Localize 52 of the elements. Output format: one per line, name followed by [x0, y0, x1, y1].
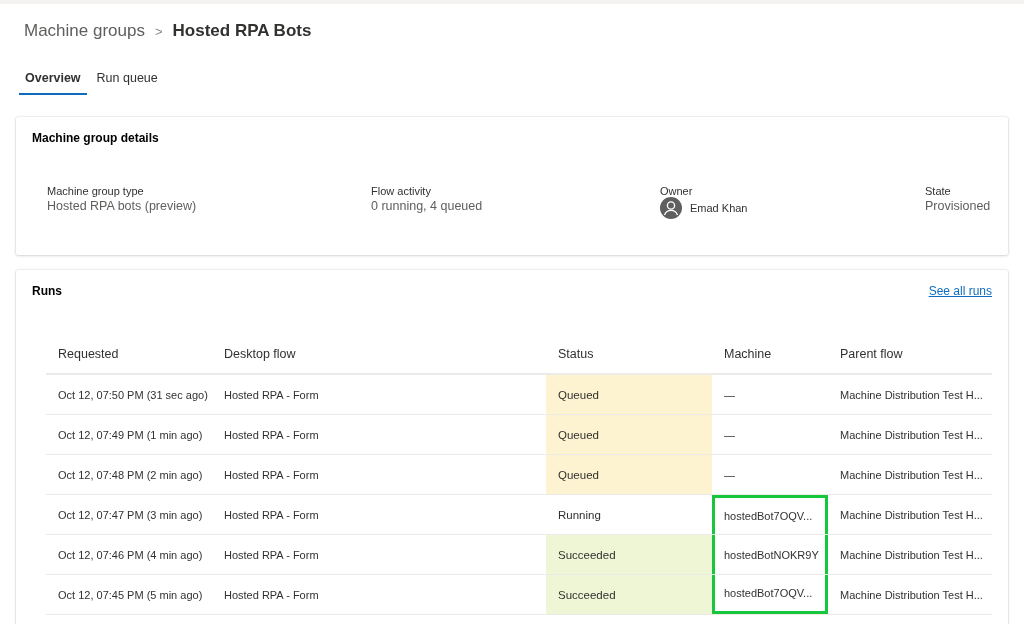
table-cell-text: Machine Distribution Test H... [839, 587, 984, 603]
table-cell-text: Machine Distribution Test H... [839, 507, 984, 523]
table-cell-text: Machine Distribution Test H... [839, 467, 984, 483]
page-title: Hosted RPA Bots [172, 21, 312, 41]
table-cell-text: — [723, 427, 736, 443]
field-value: Provisioned [925, 199, 992, 213]
table-cell-text: Machine Distribution Test H... [839, 427, 984, 443]
column-header[interactable]: Parent flow [828, 335, 992, 373]
column-header[interactable]: Requested [46, 335, 212, 373]
table-cell: hostedBotNOKR9Y [712, 535, 828, 574]
table-cell-text: — [723, 387, 736, 403]
column-header[interactable]: Status [546, 335, 712, 373]
table-cell-text: Oct 12, 07:48 PM (2 min ago) [57, 467, 204, 483]
tab[interactable]: Run queue [90, 68, 164, 95]
field-value: 0 running, 4 queued [371, 199, 484, 213]
table-cell-text: Oct 12, 07:49 PM (1 min ago) [57, 427, 204, 443]
column-header[interactable]: Desktop flow [212, 335, 546, 373]
table-cell-text: — [723, 467, 736, 483]
card-title: Machine group details [32, 131, 160, 145]
table-cell-text: Oct 12, 07:45 PM (5 min ago) [57, 587, 204, 603]
table-cell-text: Oct 12, 07:47 PM (3 min ago) [57, 507, 204, 523]
table-cell-text: Hosted RPA - Form [223, 387, 320, 403]
breadcrumb-separator: > [154, 23, 163, 39]
table-cell-text: Machine Distribution Test H... [839, 547, 984, 563]
field-label: Owner [660, 185, 694, 197]
status-cell: Queued [546, 415, 712, 454]
table-cell-text: Hosted RPA - Form [223, 467, 320, 483]
table-cell-text: Hosted RPA - Form [223, 507, 320, 523]
table-cell-text: Hosted RPA - Form [223, 427, 320, 443]
status-cell-text: Running [557, 507, 602, 523]
table-cell-text: Oct 12, 07:50 PM (31 sec ago) [57, 387, 209, 403]
status-cell: Succeeded [546, 535, 712, 574]
field-label: State [925, 185, 952, 197]
field-value: Hosted RPA bots (preview) [47, 199, 198, 213]
field-label: Machine group type [47, 185, 145, 197]
tab[interactable]: Overview [19, 68, 87, 95]
table-cell-text: Hosted RPA - Form [223, 547, 320, 563]
status-cell: Queued [546, 455, 712, 494]
card-title: Runs [32, 284, 62, 298]
avatar-icon [660, 197, 682, 219]
table-cell-text: Machine Distribution Test H... [839, 387, 984, 403]
table-cell-text: Hosted RPA - Form [223, 587, 320, 603]
column-header[interactable]: Machine [712, 335, 828, 373]
see-all-link[interactable]: See all runs [928, 284, 992, 298]
table-cell: hostedBot7OQV... [712, 575, 828, 614]
field-label: Flow activity [371, 185, 432, 197]
status-cell: Queued [546, 375, 712, 414]
breadcrumb-link[interactable]: Machine groups [24, 21, 145, 41]
table-cell: hostedBot7OQV... [712, 495, 828, 534]
table-cell-text: Oct 12, 07:46 PM (4 min ago) [57, 547, 204, 563]
status-cell: Succeeded [546, 575, 712, 614]
owner-name: Emad Khan [690, 202, 748, 214]
